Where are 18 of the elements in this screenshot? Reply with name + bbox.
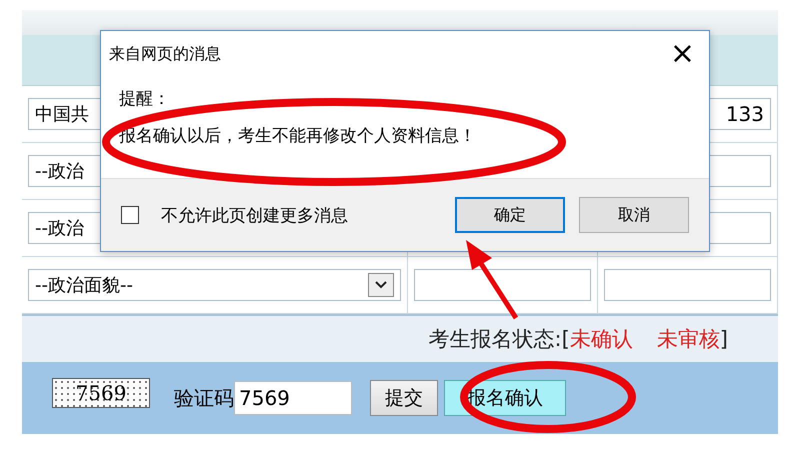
captcha-label: 验证码 — [174, 384, 234, 412]
captcha-field[interactable]: 7569 — [234, 381, 352, 415]
input-field[interactable] — [604, 269, 771, 301]
checkbox[interactable] — [121, 206, 139, 224]
dialog-title: 来自网页的消息 — [109, 44, 221, 64]
status-label: 考生报名状态:[ — [428, 326, 570, 353]
form-button[interactable]: 提交 — [370, 380, 438, 416]
captcha-image: 7569 — [52, 378, 150, 408]
message-heading: 提醒： — [119, 88, 171, 110]
select-field[interactable]: --政治面貌-- — [28, 269, 401, 301]
status-bracket: ] — [720, 327, 728, 351]
status-value: 未审核 — [656, 326, 720, 353]
close-icon[interactable]: × — [670, 39, 701, 69]
dialog-button[interactable]: 确定 — [455, 197, 565, 233]
status-value: 未确认 — [570, 326, 633, 353]
input-field[interactable] — [414, 269, 591, 301]
dialog-button[interactable]: 取消 — [579, 197, 689, 233]
checkbox-label: 不允许此页创建更多消息 — [161, 204, 349, 226]
